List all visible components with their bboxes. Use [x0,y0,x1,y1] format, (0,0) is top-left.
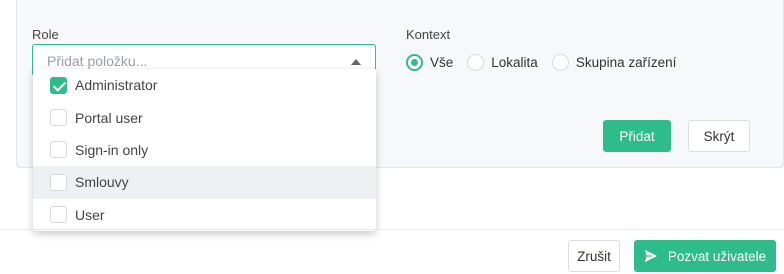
radio-all[interactable] [406,53,423,71]
invite-user-button[interactable]: Pozvat uživatele [634,240,776,272]
role-select-placeholder: Přidat položku... [47,53,148,69]
role-checkbox-sign-in-only[interactable] [50,141,67,159]
role-option-user[interactable]: User [33,199,376,231]
hide-button[interactable]: Skrýt [688,120,750,152]
role-option-label: Smlouvy [75,174,129,191]
context-option-all-label: Vše [430,54,454,70]
role-checkbox-user[interactable] [50,206,67,224]
context-option-device-group[interactable]: Skupina zařízení [551,53,677,71]
role-checkbox-administrator[interactable] [50,76,67,94]
radio-device-group[interactable] [551,53,569,71]
role-dropdown-menu: Administrator Portal user Sign-in only S… [33,69,376,231]
context-label: Kontext [406,27,451,42]
context-option-all[interactable]: Vše [406,53,454,71]
radio-location[interactable] [467,53,485,71]
context-option-device-group-label: Skupina zařízení [575,54,677,70]
context-option-location-label: Lokalita [491,54,538,70]
role-checkbox-portal-user[interactable] [50,109,67,127]
role-option-label: Administrator [75,77,158,94]
role-option-administrator[interactable]: Administrator [33,69,376,101]
cancel-button[interactable]: Zrušit [568,240,620,272]
role-option-label: User [75,206,105,223]
context-option-location[interactable]: Lokalita [467,53,538,71]
role-option-portal-user[interactable]: Portal user [33,101,376,133]
role-option-label: Portal user [75,109,143,126]
caret-up-icon [351,59,361,65]
footer-divider [0,229,784,230]
role-option-sign-in-only[interactable]: Sign-in only [33,134,376,166]
context-radio-group: Vše Lokalita Skupina zařízení [406,52,690,72]
send-icon [644,249,657,263]
role-label: Role [32,27,59,42]
role-option-smlouvy[interactable]: Smlouvy [33,166,376,199]
invite-user-label: Pozvat uživatele [667,248,767,264]
role-option-label: Sign-in only [75,141,149,158]
role-checkbox-smlouvy[interactable] [50,173,67,191]
add-button[interactable]: Přidat [603,120,671,152]
